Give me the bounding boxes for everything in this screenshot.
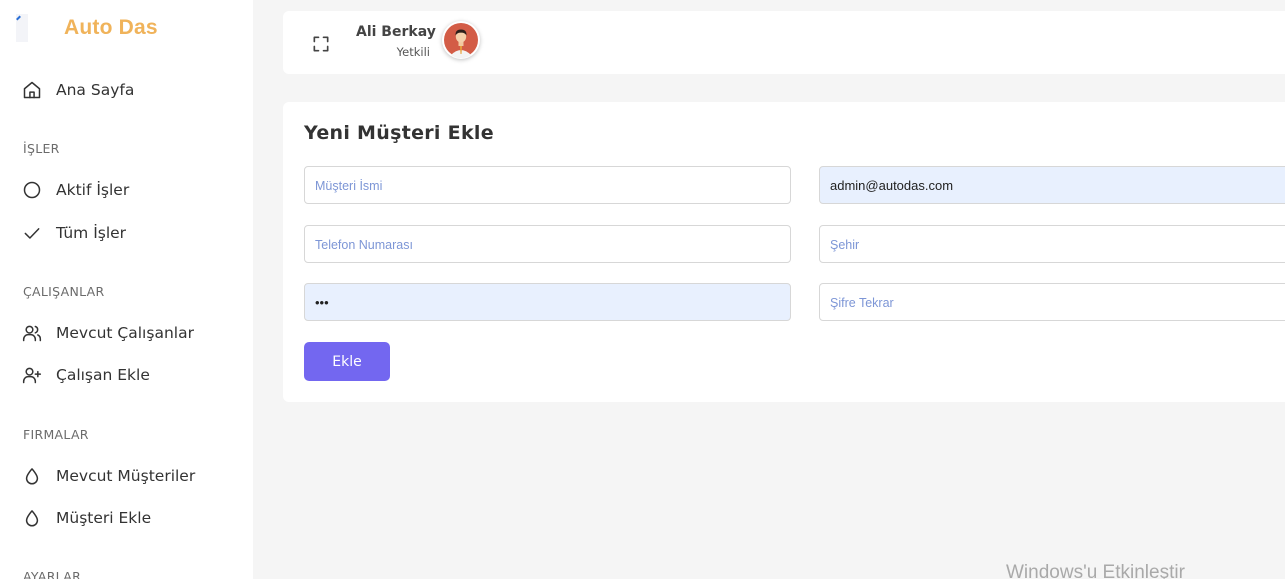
home-icon	[22, 80, 42, 100]
droplet-icon	[22, 508, 42, 528]
password-input[interactable]	[304, 283, 791, 321]
check-icon	[22, 223, 42, 243]
activation-watermark: Windows'u Etkinleştir	[1006, 562, 1185, 579]
sidebar-item-active-jobs[interactable]: Aktif İşler	[22, 180, 129, 200]
section-title-employees: ÇALIŞANLAR	[23, 284, 105, 299]
sidebar-item-add-customer[interactable]: Müşteri Ekle	[22, 508, 151, 528]
email-input[interactable]	[819, 166, 1285, 204]
customer-name-input[interactable]	[304, 166, 791, 204]
sidebar-item-label: Aktif İşler	[56, 181, 130, 199]
sidebar-item-label: Mevcut Çalışanlar	[56, 324, 194, 342]
brand-name[interactable]: Auto Das	[64, 16, 158, 40]
section-title-jobs: İŞLER	[23, 141, 60, 156]
fullscreen-icon[interactable]	[311, 34, 331, 54]
sidebar-item-all-jobs[interactable]: Tüm İşler	[22, 223, 126, 243]
sidebar-item-employees[interactable]: Mevcut Çalışanlar	[22, 323, 194, 343]
droplet-icon	[22, 466, 42, 486]
section-title-companies: FIRMALAR	[23, 427, 89, 442]
sidebar-item-label: Mevcut Müşteriler	[56, 467, 196, 485]
sidebar: Auto Das Ana Sayfa İŞLER Aktif İşler Tüm…	[0, 0, 253, 579]
sidebar-item-add-employee[interactable]: Çalışan Ekle	[22, 365, 150, 385]
sidebar-item-label: Müşteri Ekle	[56, 509, 152, 527]
page-title: Yeni Müşteri Ekle	[304, 122, 494, 144]
sidebar-item-label: Çalışan Ekle	[56, 366, 150, 384]
sidebar-item-label: Tüm İşler	[56, 224, 127, 242]
sidebar-item-customers[interactable]: Mevcut Müşteriler	[22, 466, 195, 486]
section-title-settings: AYARLAR	[23, 569, 82, 579]
password-repeat-input[interactable]	[819, 283, 1285, 321]
add-customer-card: Yeni Müşteri Ekle Ekle	[283, 102, 1285, 402]
users-icon	[22, 323, 42, 343]
top-navbar: Ali Berkay Yetkili	[283, 11, 1285, 74]
city-input[interactable]	[819, 225, 1285, 263]
circle-icon	[22, 180, 42, 200]
avatar[interactable]	[442, 21, 480, 59]
sidebar-item-label: Ana Sayfa	[56, 81, 135, 99]
add-button[interactable]: Ekle	[304, 342, 390, 381]
logo-icon	[14, 14, 28, 42]
sidebar-item-home[interactable]: Ana Sayfa	[22, 80, 134, 100]
user-plus-icon	[22, 365, 42, 385]
user-role: Yetkili	[396, 45, 430, 59]
user-name[interactable]: Ali Berkay	[356, 24, 436, 40]
phone-input[interactable]	[304, 225, 791, 263]
